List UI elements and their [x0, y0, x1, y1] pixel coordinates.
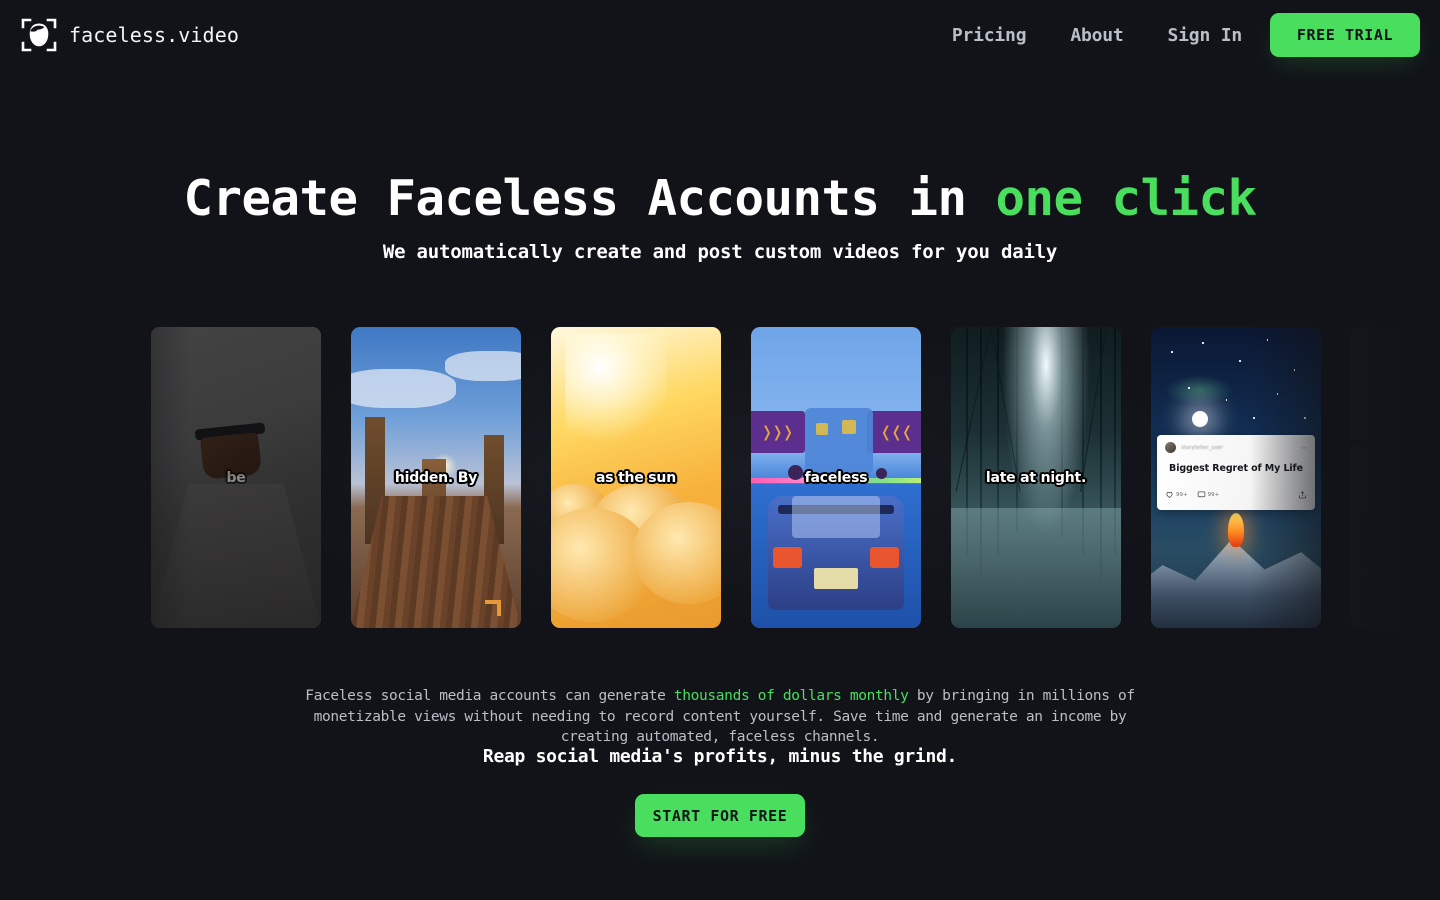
video-caption: late at night. [985, 469, 1087, 486]
chevron-right-icon: ❭❭❭ [760, 423, 795, 442]
taillight-shape [870, 546, 899, 568]
nav-links-group: Pricing About Sign In FREE TRIAL [930, 13, 1420, 57]
star-shape [1202, 342, 1204, 344]
tagline: Reap social media's profits, minus the g… [482, 746, 958, 767]
nav-link-pricing[interactable]: Pricing [930, 25, 1048, 46]
paragraph-highlight: thousands of dollars monthly [673, 688, 909, 704]
aurora-glow-shape [1164, 375, 1233, 406]
desk-surface-shape [151, 483, 321, 628]
more-dots-icon[interactable]: ⋯ [1302, 444, 1307, 452]
video-card[interactable]: hidden. By [351, 327, 521, 628]
pixel-dot-shape [842, 420, 857, 435]
pixel-cloud-shape [805, 408, 874, 475]
tree-branch-shape [955, 328, 992, 491]
nav-link-sign-in[interactable]: Sign In [1146, 25, 1270, 46]
share-icon [1299, 491, 1306, 499]
video-card[interactable]: ❭❭❭ ❬❬❬ faceless [751, 327, 921, 628]
page-subheadline: We automatically create and post custom … [382, 241, 1058, 263]
headline-accent-text: one click [995, 170, 1258, 227]
paragraph-part-1: Faceless social media accounts can gener… [305, 688, 674, 704]
star-shape [1188, 387, 1190, 389]
video-card[interactable]: be [151, 327, 321, 628]
video-card[interactable]: late at night. [951, 327, 1121, 628]
carousel-track[interactable]: be hidden. By as the sun ❭❭❭ ❬❬❬ faceles… [151, 327, 1440, 628]
heart-icon [1166, 492, 1173, 499]
star-shape [1293, 369, 1296, 371]
page-headline: Create Faceless Accounts in one click [0, 172, 1440, 226]
note-card-text: What decision... [1400, 433, 1440, 516]
star-shape [1266, 339, 1269, 341]
video-caption: be [226, 469, 246, 486]
start-for-free-button[interactable]: START FOR FREE [635, 794, 805, 837]
star-shape [1171, 351, 1173, 353]
comment-stat[interactable]: 99+ [1197, 490, 1220, 499]
gate-banner-left-shape: ❭❭❭ [751, 411, 806, 454]
video-carousel[interactable]: be hidden. By as the sun ❭❭❭ ❬❬❬ faceles… [0, 290, 1440, 670]
post-title: Biggest Regret of My Life [1169, 463, 1303, 475]
star-shape [1304, 417, 1306, 419]
cloud-shape [351, 369, 457, 409]
value-proposition-paragraph: Faceless social media accounts can gener… [280, 686, 1160, 748]
forest-path-shape [951, 507, 1121, 628]
video-thumbnail-desk-note-card: What decision... [1351, 327, 1440, 628]
like-stat[interactable]: 99+ [1165, 490, 1188, 499]
video-card[interactable]: as the sun [551, 327, 721, 628]
lava-eruption-shape [1227, 512, 1244, 547]
star-shape [1253, 417, 1255, 419]
shelf-shape [1351, 429, 1440, 449]
hud-glyph-shape [484, 599, 501, 616]
gate-banner-right-shape: ❬❬❬ [866, 411, 921, 454]
face-scan-icon [20, 16, 58, 54]
comment-count: 99+ [1207, 491, 1220, 498]
post-header: storyteller_user ⋯ [1165, 442, 1307, 454]
headline-main-text: Create Faceless Accounts in [183, 170, 996, 227]
post-actions: 99+ 99+ [1165, 485, 1307, 504]
chevron-left-icon: ❬❬❬ [879, 423, 914, 442]
fog-glow-shape [1002, 327, 1091, 538]
sun-glow-shape [564, 333, 667, 448]
video-card[interactable]: storyteller_user ⋯ Biggest Regret of My … [1151, 327, 1321, 628]
pixel-dot-shape [816, 422, 829, 435]
post-username: storyteller_user [1181, 444, 1224, 451]
brand-name: faceless.video [69, 23, 239, 47]
moon-shape [1191, 411, 1208, 428]
star-shape [1239, 360, 1241, 362]
brand-logo-link[interactable]: faceless.video [20, 16, 239, 54]
comment-icon [1197, 491, 1205, 498]
social-post-overlay-card[interactable]: storyteller_user ⋯ Biggest Regret of My … [1157, 435, 1315, 511]
license-plate-shape [813, 567, 859, 589]
share-button[interactable] [1298, 485, 1307, 504]
cloud-shape [444, 351, 521, 382]
taillight-shape [773, 546, 802, 568]
free-trial-button[interactable]: FREE TRIAL [1270, 13, 1420, 57]
video-caption: as the sun [596, 469, 676, 486]
video-card[interactable]: What decision... [1351, 327, 1440, 628]
cup-lid-shape [194, 422, 266, 441]
top-navigation-bar: faceless.video Pricing About Sign In FRE… [0, 0, 1440, 70]
like-count: 99+ [1176, 491, 1188, 498]
video-caption: hidden. By [394, 469, 478, 486]
avatar [1165, 442, 1176, 454]
nav-link-about[interactable]: About [1048, 25, 1145, 46]
star-shape [1276, 393, 1279, 395]
car-rear-window-shape [791, 495, 881, 538]
video-caption: faceless [804, 469, 868, 486]
